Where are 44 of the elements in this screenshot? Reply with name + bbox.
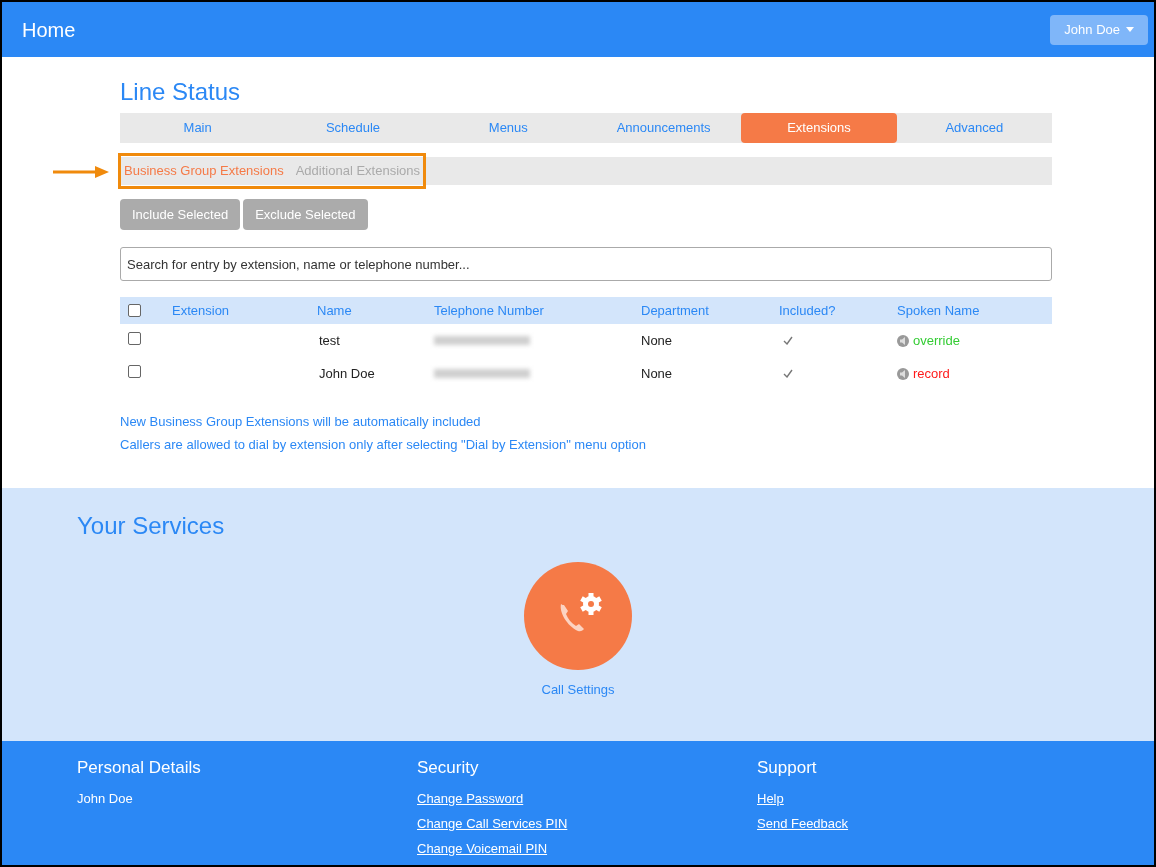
checkbox[interactable] xyxy=(128,303,141,317)
spoken-name-link[interactable]: override xyxy=(913,330,960,351)
column-header: Spoken Name xyxy=(897,301,980,320)
column-header: Department xyxy=(641,301,710,320)
page-heading: Home xyxy=(22,17,76,43)
column-header: Telephone Number xyxy=(434,301,545,320)
spoken-name-link[interactable]: record xyxy=(913,363,950,384)
service-link[interactable]: Call Settings xyxy=(541,680,615,700)
section-title: Line Status xyxy=(120,77,242,107)
footer-text: John Doe xyxy=(77,789,133,808)
tab[interactable]: Extensions xyxy=(741,113,897,143)
table-cell-text: None xyxy=(641,364,674,383)
footer-heading: Support xyxy=(757,757,818,779)
table-cell-text: John Doe xyxy=(318,364,376,383)
info-note: New Business Group Extensions will be automatically included xyxy=(120,413,482,431)
footer-link[interactable]: Send Feedback xyxy=(757,810,849,836)
info-note: Callers are allowed to dial by extension only after selecting "Dial by Extension" menu option xyxy=(120,435,647,454)
tab[interactable]: Announcements xyxy=(586,113,742,143)
caret-icon xyxy=(1126,27,1134,32)
speaker-icon xyxy=(897,334,909,347)
tab[interactable]: Advanced xyxy=(896,113,1052,143)
footer-heading: Personal Details xyxy=(77,757,202,779)
footer-link[interactable]: Change Password xyxy=(417,785,524,811)
column-header: Extension xyxy=(172,301,231,320)
footer-link[interactable]: Help xyxy=(757,785,784,811)
tab[interactable]: Main xyxy=(120,113,276,143)
search-field[interactable]: Search for entry by extension, name or telephone number... xyxy=(120,247,1052,281)
sub-tab[interactable]: Additional Extensions xyxy=(295,161,420,181)
user-menu-button[interactable]: John Doe xyxy=(1050,14,1148,45)
tab[interactable]: Menus xyxy=(430,113,586,143)
footer-link[interactable]: Change Voicemail PIN xyxy=(417,835,548,861)
column-header: Name xyxy=(317,301,353,320)
speaker-icon xyxy=(897,367,909,380)
table-cell-text: None xyxy=(641,331,674,350)
table-cell-text: test xyxy=(318,331,341,350)
sub-tab[interactable]: Business Group Extensions xyxy=(124,161,284,181)
arrow-icon xyxy=(53,166,109,178)
column-header: Included? xyxy=(779,301,837,320)
checkbox[interactable] xyxy=(128,331,141,345)
section-title: Your Services xyxy=(77,511,226,541)
tab[interactable]: Schedule xyxy=(275,113,431,143)
footer-link[interactable]: Change Call Services PIN xyxy=(417,810,568,836)
checkbox[interactable] xyxy=(128,364,141,378)
footer-heading: Security xyxy=(417,757,480,779)
